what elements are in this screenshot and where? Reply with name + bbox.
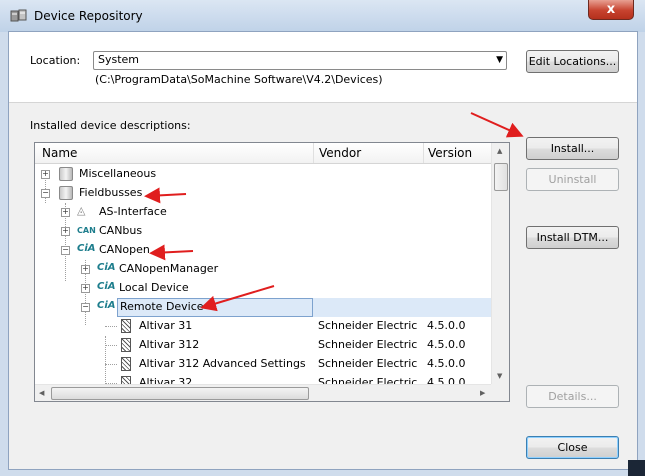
- tree-row-local-device[interactable]: + CiA Local Device: [35, 279, 491, 298]
- row-name: Altivar 31: [139, 319, 193, 332]
- tree-row-canopen[interactable]: − CiA CANopen: [35, 241, 491, 260]
- install-dtm-button[interactable]: Install DTM...: [526, 226, 619, 249]
- scroll-up-icon[interactable]: ▲: [497, 147, 502, 155]
- tree-row-device[interactable]: Altivar 312 Advanced Settings Schneider …: [35, 355, 491, 374]
- location-section: Location: System ▼ (C:\ProgramData\SoMac…: [9, 32, 637, 103]
- row-name: CANopen: [99, 243, 150, 256]
- selection-highlight: [313, 298, 491, 317]
- chevron-down-icon: ▼: [496, 55, 503, 65]
- row-version: 4.5.0.0: [427, 319, 466, 332]
- folder-icon: [59, 186, 73, 200]
- column-divider[interactable]: [423, 143, 424, 163]
- cia-icon: CiA: [77, 243, 96, 254]
- can-icon: CAN: [77, 226, 96, 235]
- row-vendor: Schneider Electric: [318, 319, 418, 332]
- scroll-corner: [491, 384, 509, 401]
- title-bar: Device Repository x: [0, 0, 645, 32]
- row-name: Local Device: [119, 281, 189, 294]
- scroll-thumb[interactable]: [51, 387, 309, 400]
- expand-toggle[interactable]: −: [81, 303, 90, 312]
- row-name: AS-Interface: [99, 205, 167, 218]
- tree-row-canopenmanager[interactable]: + CiA CANopenManager: [35, 260, 491, 279]
- installed-label: Installed device descriptions:: [30, 119, 191, 132]
- column-header-vendor[interactable]: Vendor: [319, 146, 361, 160]
- edit-locations-button[interactable]: Edit Locations...: [526, 50, 619, 73]
- uninstall-button[interactable]: Uninstall: [526, 168, 619, 191]
- row-vendor: Schneider Electric: [318, 357, 418, 370]
- device-tree[interactable]: Name Vendor Version + Miscellaneous − Fi…: [34, 142, 510, 402]
- device-repository-icon: [10, 9, 27, 22]
- cia-icon: CiA: [97, 262, 116, 273]
- row-name: Altivar 312: [139, 338, 200, 351]
- scroll-left-icon[interactable]: ◀: [39, 389, 44, 397]
- location-value: System: [98, 53, 140, 66]
- scroll-thumb[interactable]: [494, 163, 508, 191]
- window-title: Device Repository: [34, 9, 143, 23]
- tree-row-fieldbusses[interactable]: − Fieldbusses: [35, 184, 491, 203]
- expand-toggle[interactable]: +: [61, 227, 70, 236]
- drive-icon: [121, 357, 131, 371]
- row-name: Remote Device: [120, 300, 204, 313]
- tree-row-device[interactable]: Altivar 312 Schneider Electric 4.5.0.0: [35, 336, 491, 355]
- scroll-down-icon[interactable]: ▼: [497, 372, 502, 380]
- row-name: CANopenManager: [119, 262, 219, 275]
- folder-icon: [59, 167, 73, 181]
- tree-row-miscellaneous[interactable]: + Miscellaneous: [35, 165, 491, 184]
- row-vendor: Schneider Electric: [318, 338, 418, 351]
- install-button[interactable]: Install...: [526, 137, 619, 160]
- cia-icon: CiA: [97, 281, 116, 292]
- location-label: Location:: [30, 54, 81, 67]
- details-button[interactable]: Details...: [526, 385, 619, 408]
- drive-icon: [121, 319, 131, 333]
- expand-toggle[interactable]: +: [41, 170, 50, 179]
- drive-icon: [121, 338, 131, 352]
- expand-toggle[interactable]: −: [61, 246, 70, 255]
- row-name: CANbus: [99, 224, 143, 237]
- column-header-version[interactable]: Version: [428, 146, 472, 160]
- expand-toggle[interactable]: +: [81, 284, 90, 293]
- expand-toggle[interactable]: −: [41, 189, 50, 198]
- tree-row-canbus[interactable]: + CAN CANbus: [35, 222, 491, 241]
- column-divider[interactable]: [313, 143, 314, 163]
- expand-toggle[interactable]: +: [81, 265, 90, 274]
- location-combo[interactable]: System ▼: [93, 51, 507, 70]
- as-interface-icon: ◬: [77, 204, 86, 217]
- row-name: Fieldbusses: [79, 186, 143, 199]
- background-corner: [628, 460, 645, 476]
- vertical-scrollbar[interactable]: ▲ ▼: [491, 143, 509, 384]
- expand-toggle[interactable]: +: [61, 208, 70, 217]
- dialog-client: Location: System ▼ (C:\ProgramData\SoMac…: [8, 31, 638, 470]
- row-name: Altivar 312 Advanced Settings: [139, 357, 306, 370]
- close-button[interactable]: Close: [526, 436, 619, 459]
- row-version: 4.5.0.0: [427, 357, 466, 370]
- row-version: 4.5.0.0: [427, 338, 466, 351]
- tree-header: Name Vendor Version: [35, 143, 491, 164]
- location-path: (C:\ProgramData\SoMachine Software\V4.2\…: [95, 73, 383, 86]
- window-close-button[interactable]: x: [588, 0, 634, 20]
- tree-row-remote-device[interactable]: − CiA Remote Device: [35, 298, 491, 317]
- row-name: Miscellaneous: [79, 167, 157, 180]
- horizontal-scrollbar[interactable]: ◀ ▶: [35, 384, 491, 401]
- scroll-right-icon[interactable]: ▶: [480, 389, 485, 397]
- column-header-name[interactable]: Name: [42, 146, 77, 160]
- tree-row-device[interactable]: Altivar 31 Schneider Electric 4.5.0.0: [35, 317, 491, 336]
- tree-row-as-interface[interactable]: + ◬ AS-Interface: [35, 203, 491, 222]
- cia-icon: CiA: [97, 300, 116, 311]
